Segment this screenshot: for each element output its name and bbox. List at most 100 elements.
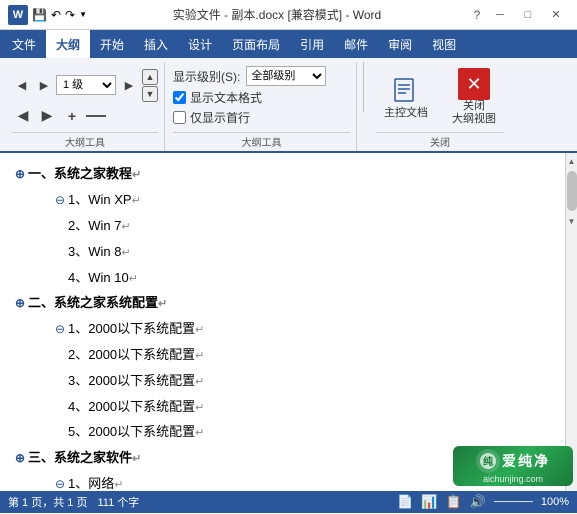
ribbon-tab-开始[interactable]: 开始 — [90, 30, 134, 58]
outline-toggle-5[interactable]: ⊕ — [12, 293, 28, 315]
scroll-up-btn[interactable]: ▲ — [566, 153, 577, 169]
outline-toggle-1[interactable]: ⊖ — [52, 190, 68, 212]
redo-quick-btn[interactable]: ↷ — [65, 8, 75, 22]
show-level-dropdown[interactable]: 全部级别 1 级 2 级 3 级 — [246, 66, 326, 86]
save-quick-btn[interactable]: 💾 — [32, 8, 47, 22]
outline-pilcrow-1: ↵ — [132, 195, 141, 207]
outline-tools-group-label: 大纲工具 — [12, 132, 158, 151]
restore-button[interactable]: □ — [515, 5, 541, 25]
first-line-row: 仅显示首行 — [173, 109, 250, 126]
outline-text-12: 1、网络↵ — [68, 472, 123, 491]
back-nav-btn[interactable]: ◀ — [12, 75, 32, 95]
outline-text-3: 3、Win 8↵ — [68, 240, 131, 264]
outline-toggle-0[interactable]: ⊕ — [12, 164, 28, 186]
outline-text-6: 1、2000以下系统配置↵ — [68, 317, 204, 341]
outline-item-8: 3、2000以下系统配置↵ — [12, 368, 553, 394]
master-doc-button[interactable]: 主控文档 — [376, 71, 436, 124]
first-line-checkbox[interactable] — [173, 111, 186, 124]
close-outline-icon: ✕ — [458, 68, 490, 100]
outline-item-1: ⊖1、Win XP↵ — [12, 187, 553, 213]
master-doc-icon — [390, 75, 422, 107]
status-speaker-icon[interactable]: 🔊 — [470, 494, 486, 510]
outline-pilcrow-0: ↵ — [132, 169, 141, 181]
help-button[interactable]: ? — [467, 5, 487, 25]
outline-item-4: 4、Win 10↵ — [12, 265, 553, 291]
ribbon-tab-插入[interactable]: 插入 — [134, 30, 178, 58]
outline-settings-inner: 显示级别(S): 全部级别 1 级 2 级 3 级 显示文本格式 — [173, 64, 350, 130]
outline-pilcrow-3: ↵ — [121, 247, 130, 259]
outline-toggle-11[interactable]: ⊕ — [12, 448, 28, 470]
outline-text-8: 3、2000以下系统配置↵ — [68, 369, 204, 393]
dropdown-quick-btn[interactable]: ▼ — [79, 10, 87, 19]
outline-item-0: ⊕一、系统之家教程↵ — [12, 161, 553, 187]
ribbon-tabs: 文件大纲开始插入设计页面布局引用邮件审阅视图 — [0, 30, 577, 58]
app-window: W 💾 ↶ ↷ ▼ 实验文件 - 副本.docx [兼容模式] - Word ?… — [0, 0, 577, 514]
minimize-button[interactable]: ─ — [487, 5, 513, 25]
outline-item-5: ⊕二、系统之家系统配置↵ — [12, 290, 553, 316]
ribbon-content-row: ◀ ▶ 1 级 2 级 3 级 全部级别 ▶ ▲ ▼ — [0, 58, 577, 151]
show-format-row: 显示文本格式 — [173, 89, 262, 106]
close-button[interactable]: ✕ — [543, 5, 569, 25]
move-down-btn[interactable]: ▼ — [142, 86, 158, 102]
master-doc-label: 主控文档 — [384, 107, 428, 120]
close-outline-button[interactable]: ✕ 关闭 大纲视图 — [444, 64, 504, 130]
outline-tools-label2: 大纲工具 — [173, 132, 350, 151]
ribbon-tab-引用[interactable]: 引用 — [290, 30, 334, 58]
ribbon-tab-大纲[interactable]: 大纲 — [46, 30, 90, 58]
show-level-row: 显示级别(S): 全部级别 1 级 2 级 3 级 — [173, 66, 326, 86]
expand-left-btn[interactable]: ◀ — [12, 106, 34, 126]
title-bar: W 💾 ↶ ↷ ▼ 实验文件 - 副本.docx [兼容模式] - Word ?… — [0, 0, 577, 30]
show-format-label: 显示文本格式 — [190, 89, 262, 106]
status-doc-icon[interactable]: 📄 — [397, 494, 413, 510]
scroll-down-btn[interactable]: ▼ — [566, 213, 577, 229]
status-right-icons: 📄 📊 📋 🔊 ───── 100% — [397, 494, 569, 510]
zoom-level: ───── — [494, 496, 533, 508]
outline-toggle-6[interactable]: ⊖ — [52, 319, 68, 341]
outline-text-4: 4、Win 10↵ — [68, 266, 138, 290]
undo-quick-btn[interactable]: ↶ — [51, 8, 61, 22]
ribbon-tab-文件[interactable]: 文件 — [2, 30, 46, 58]
outline-text-11: 三、系统之家软件↵ — [28, 446, 141, 470]
scroll-thumb[interactable] — [567, 171, 577, 211]
status-chart-icon[interactable]: 📊 — [421, 494, 437, 510]
level-go-btn[interactable]: ▶ — [118, 75, 140, 95]
ribbon-tab-页面布局[interactable]: 页面布局 — [222, 30, 290, 58]
show-level-label: 显示级别(S): — [173, 68, 240, 85]
ribbon-divider — [363, 62, 364, 112]
vertical-scrollbar[interactable]: ▲ ▼ — [565, 153, 577, 491]
close-outline-label: 关闭 大纲视图 — [452, 100, 496, 126]
outline-item-3: 3、Win 8↵ — [12, 239, 553, 265]
close-group-label: 关闭 — [376, 132, 504, 151]
outline-nav-group: ◀ ▶ 1 级 2 级 3 级 全部级别 ▶ ▲ ▼ — [6, 62, 165, 151]
window-title: 实验文件 - 副本.docx [兼容模式] - Word — [87, 6, 467, 23]
outline-settings-group: 显示级别(S): 全部级别 1 级 2 级 3 级 显示文本格式 — [167, 62, 357, 151]
status-bar: 第 1 页，共 1 页 111 个字 📄 📊 📋 🔊 ───── 100% — [0, 491, 577, 513]
ribbon-tab-设计[interactable]: 设计 — [178, 30, 222, 58]
watermark-text: 爱纯净 — [502, 451, 550, 471]
app-icon: W — [8, 5, 28, 25]
status-book-icon[interactable]: 📋 — [446, 494, 462, 510]
page-info: 第 1 页，共 1 页 — [8, 494, 87, 510]
outline-pilcrow-9: ↵ — [195, 402, 204, 414]
outline-toggle-12[interactable]: ⊖ — [52, 474, 68, 491]
show-format-checkbox[interactable] — [173, 91, 186, 104]
outline-pilcrow-10: ↵ — [195, 427, 204, 439]
outline-content[interactable]: ⊕一、系统之家教程↵⊖1、Win XP↵2、Win 7↵3、Win 8↵4、Wi… — [0, 153, 565, 491]
outline-text-9: 4、2000以下系统配置↵ — [68, 395, 204, 419]
main-area: ⊕一、系统之家教程↵⊖1、Win XP↵2、Win 7↵3、Win 8↵4、Wi… — [0, 153, 577, 491]
quick-access-toolbar: W 💾 ↶ ↷ ▼ — [8, 5, 87, 25]
window-controls: ─ □ ✕ — [487, 5, 569, 25]
outline-text-7: 2、2000以下系统配置↵ — [68, 343, 204, 367]
ribbon-tab-邮件[interactable]: 邮件 — [334, 30, 378, 58]
forward-nav-btn[interactable]: ▶ — [34, 75, 54, 95]
expand-right-btn[interactable]: ▶ — [36, 106, 58, 126]
outline-pilcrow-2: ↵ — [121, 221, 130, 233]
move-up-btn[interactable]: ▲ — [142, 69, 158, 85]
ribbon-tab-审阅[interactable]: 审阅 — [378, 30, 422, 58]
svg-text:纯: 纯 — [483, 455, 493, 468]
ribbon-tab-视图[interactable]: 视图 — [422, 30, 466, 58]
outline-level-select[interactable]: 1 级 2 级 3 级 全部级别 — [56, 75, 116, 95]
outline-nav-controls: ◀ ▶ 1 级 2 级 3 级 全部级别 ▶ ▲ ▼ — [12, 64, 158, 130]
outline-pilcrow-7: ↵ — [195, 350, 204, 362]
add-item-btn[interactable]: + — [62, 106, 82, 126]
